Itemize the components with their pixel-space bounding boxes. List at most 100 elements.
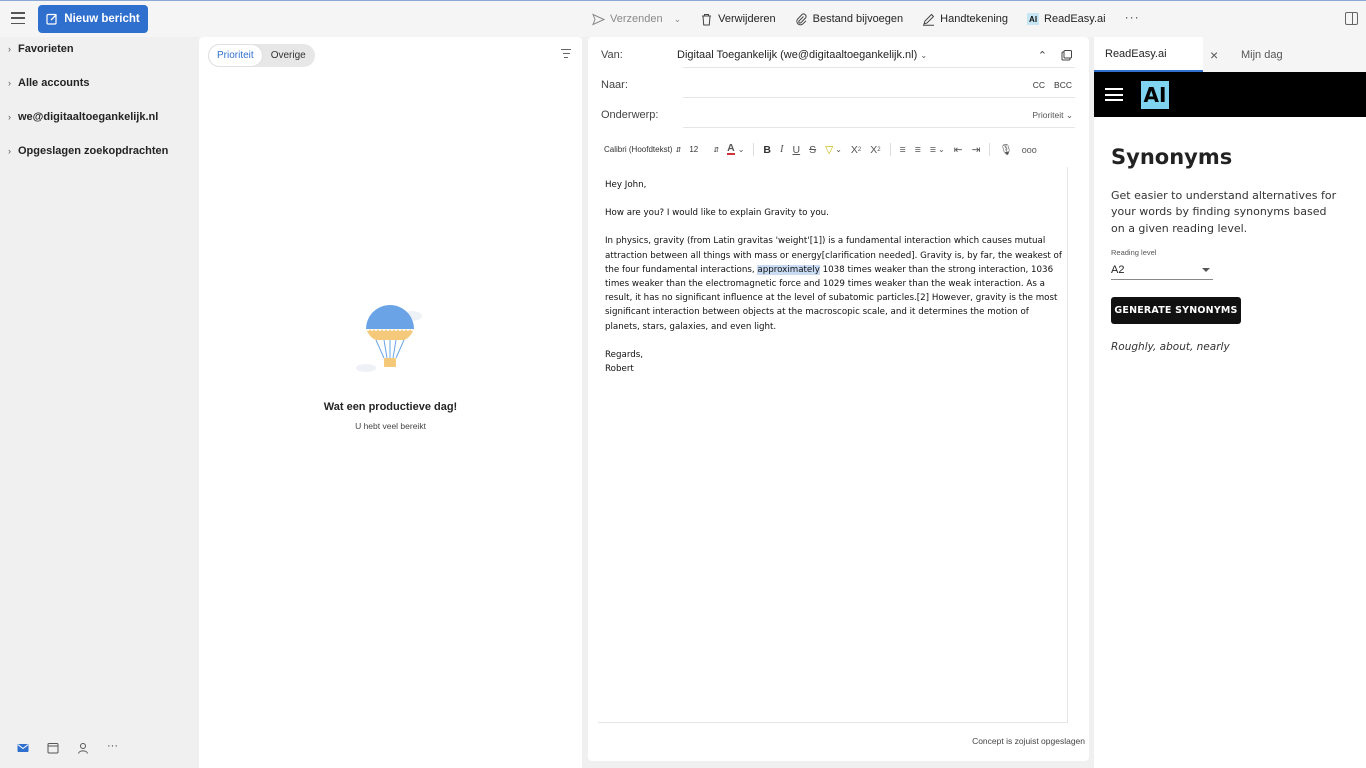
mail-icon[interactable] <box>17 742 29 754</box>
generate-synonyms-button[interactable]: GENERATE SYNONYMS <box>1111 297 1241 324</box>
more-format-icon[interactable]: ooo <box>1022 145 1037 155</box>
tab-priority[interactable]: Prioriteit <box>208 44 263 67</box>
addin-tabs: ReadEasy.ai × Mijn dag <box>1094 37 1366 72</box>
attach-file-button[interactable]: Bestand bijvoegen <box>795 13 904 26</box>
caret-down-icon <box>1202 268 1210 272</box>
menu-icon[interactable] <box>1105 88 1123 101</box>
cc-button[interactable]: CC <box>1033 80 1045 90</box>
folder-account[interactable]: › we@digitaaltoegankelijk.nl <box>8 111 158 123</box>
readeasy-button[interactable]: AI ReadEasy.ai <box>1027 13 1106 25</box>
folder-label: Opgeslagen zoekopdrachten <box>18 145 169 157</box>
underline-button[interactable]: U <box>793 144 801 156</box>
divider <box>683 127 1075 128</box>
closing: Regards, <box>605 349 644 360</box>
format-toolbar: Calibri (Hoofdtekst) ⇵ 12 ⇵ A ⌄ B I U S ▽ ⌄ … <box>604 141 1046 158</box>
folder-label: Favorieten <box>18 43 74 55</box>
new-message-button[interactable]: Nieuw bericht <box>38 5 148 33</box>
addin-header: AI <box>1094 72 1366 117</box>
send-icon <box>592 13 605 25</box>
calendar-icon[interactable] <box>47 742 59 754</box>
inbox-tabs: Prioriteit Overige <box>208 44 315 67</box>
superscript-button[interactable]: X2 <box>851 144 861 156</box>
folder-label: Alle accounts <box>18 77 90 89</box>
filter-icon[interactable] <box>561 49 571 58</box>
font-size-select[interactable]: 12 ⇵ <box>689 145 719 154</box>
subscript-button[interactable]: X2 <box>870 144 880 156</box>
signature-label: Handtekening <box>940 13 1009 25</box>
font-name: Calibri (Hoofdtekst) <box>604 145 673 154</box>
chevron-down-icon[interactable]: ⌄ <box>674 14 682 25</box>
to-row[interactable]: Naar: CC BCC <box>601 79 1075 98</box>
pen-icon <box>923 13 935 26</box>
bold-button[interactable]: B <box>763 144 771 156</box>
dictate-icon[interactable]: 🎙 <box>999 143 1012 156</box>
close-icon[interactable]: × <box>1210 47 1218 63</box>
folder-all-accounts[interactable]: › Alle accounts <box>8 77 90 89</box>
readeasy-label: ReadEasy.ai <box>1044 13 1106 25</box>
more-options-button[interactable]: ··· <box>1125 10 1140 24</box>
font-size: 12 <box>689 145 699 154</box>
numbered-list-icon[interactable]: ≡ <box>915 144 921 156</box>
outdent-icon[interactable]: ⇤ <box>954 144 963 156</box>
tab-other[interactable]: Overige <box>263 44 314 67</box>
font-color-button[interactable]: A ⌄ <box>727 143 744 155</box>
folder-saved-searches[interactable]: › Opgeslagen zoekopdrachten <box>8 145 168 157</box>
balloon-illustration <box>356 305 422 372</box>
addin-pane: ReadEasy.ai × Mijn dag AI Synonyms Get e… <box>1094 37 1366 768</box>
highlight-button[interactable]: ▽ ⌄ <box>825 144 842 156</box>
attach-label: Bestand bijvoegen <box>812 13 904 25</box>
indent-icon[interactable]: ⇥ <box>972 144 981 156</box>
priority-dropdown[interactable]: Prioriteit ⌄ <box>1032 110 1073 121</box>
delete-label: Verwijderen <box>718 13 776 25</box>
send-label: Verzenden <box>610 13 663 25</box>
intro-line: How are you? I would like to explain Gra… <box>605 208 829 219</box>
subject-label: Onderwerp: <box>601 109 659 121</box>
chevron-right-icon: › <box>8 146 11 156</box>
app-switcher: ··· <box>17 740 118 754</box>
popout-icon[interactable] <box>1061 49 1072 61</box>
reading-level-select[interactable]: A2 <box>1111 261 1213 280</box>
trash-icon <box>702 13 712 25</box>
main-paragraph: In physics, gravity (from Latin gravitas… <box>605 234 1065 333</box>
from-selector[interactable]: Digitaal Toegankelijk (we@digitaaltoegan… <box>677 49 927 61</box>
font-family-select[interactable]: Calibri (Hoofdtekst) ⇵ <box>604 145 681 154</box>
tab-readeasy[interactable]: ReadEasy.ai <box>1094 37 1203 72</box>
synonyms-result: Roughly, about, nearly <box>1111 341 1230 353</box>
tab-my-day[interactable]: Mijn dag <box>1241 37 1283 72</box>
menu-icon[interactable] <box>11 12 25 24</box>
compose-icon <box>46 13 58 25</box>
message-body[interactable]: Hey John, How are you? I would like to e… <box>598 167 1068 723</box>
subject-row[interactable]: Onderwerp: Prioriteit ⌄ <box>601 109 1075 128</box>
chevron-right-icon: › <box>8 112 11 122</box>
panel-toggle-icon[interactable] <box>1345 12 1358 25</box>
delete-button[interactable]: Verwijderen <box>700 13 776 26</box>
send-button[interactable]: Verzenden ⌄ <box>592 13 681 26</box>
strikethrough-button[interactable]: S <box>809 144 816 156</box>
to-label: Naar: <box>601 79 628 91</box>
collapse-up-icon[interactable]: ⌃ <box>1038 49 1047 62</box>
readeasy-icon: AI <box>1027 13 1040 25</box>
folder-favorites[interactable]: › Favorieten <box>8 43 74 55</box>
more-apps-icon[interactable]: ··· <box>107 740 118 752</box>
bcc-button[interactable]: BCC <box>1054 80 1072 90</box>
divider <box>683 67 1075 68</box>
readeasy-logo: AI <box>1141 81 1169 109</box>
selected-word[interactable]: approximately <box>757 264 820 275</box>
reading-level-label: Reading level <box>1111 248 1157 257</box>
separator <box>889 143 891 156</box>
folder-pane: › Favorieten › Alle accounts › we@digita… <box>0 37 196 768</box>
draft-status: Concept is zojuist opgeslagen <box>972 736 1085 746</box>
align-icon[interactable]: ≡ ⌄ <box>930 144 945 156</box>
divider <box>683 97 1075 98</box>
from-value: Digitaal Toegankelijk (we@digitaaltoegan… <box>677 49 918 61</box>
folder-label: we@digitaaltoegankelijk.nl <box>18 111 159 123</box>
greeting: Hey John, <box>605 180 647 190</box>
separator <box>753 143 755 156</box>
chevron-right-icon: › <box>8 44 11 54</box>
paperclip-icon <box>796 13 807 25</box>
signature-button[interactable]: Handtekening <box>922 13 1008 26</box>
people-icon[interactable] <box>77 742 89 754</box>
italic-button[interactable]: I <box>780 144 784 155</box>
bullet-list-icon[interactable]: ≡ <box>900 144 906 156</box>
from-label: Van: <box>601 49 623 61</box>
